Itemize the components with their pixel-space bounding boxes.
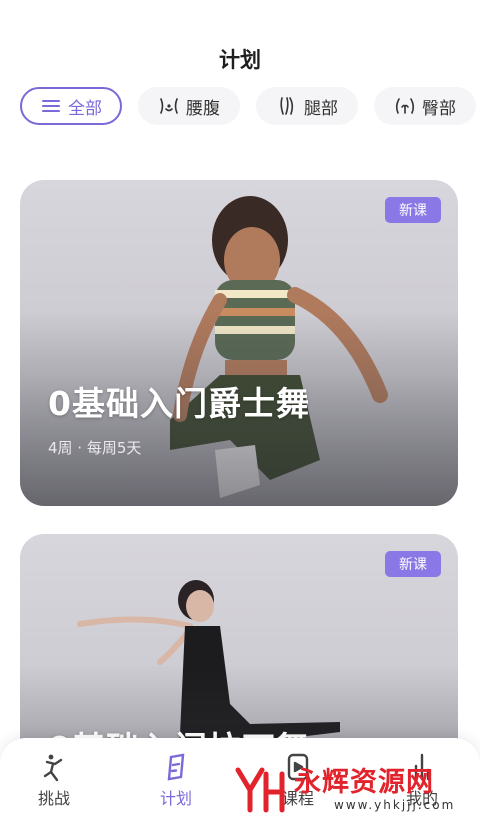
filter-chip-legs[interactable]: 腿部 [256, 87, 358, 125]
filter-chip-waist[interactable]: 腰腹 [138, 87, 240, 125]
filter-chip-label: 全部 [68, 98, 102, 119]
filter-chip-label: 腰腹 [186, 98, 220, 119]
filter-chip-all[interactable]: 全部 [20, 87, 122, 125]
tab-plan[interactable]: 计划 [136, 752, 216, 812]
header: 计划 [0, 0, 480, 80]
tab-challenge[interactable]: 挑战 [14, 752, 94, 812]
plan-title: 0基础入门爵士舞 [48, 384, 310, 423]
legs-icon [276, 97, 298, 115]
new-course-badge: 新课 [385, 197, 441, 223]
tab-label: 计划 [159, 789, 192, 808]
dancer-icon [39, 752, 69, 782]
plan-meta: 4周 · 每周5天 [48, 439, 142, 457]
waist-icon [158, 97, 180, 115]
new-course-badge: 新课 [385, 551, 441, 577]
filter-chip-label: 臀部 [422, 98, 456, 119]
plan-icon [161, 752, 191, 782]
filter-chip-hips[interactable]: 臀部 [374, 87, 476, 125]
hips-icon [394, 97, 416, 115]
page-title: 计划 [219, 48, 261, 72]
watermark: 永辉资源网 www.yhkjjj.com [232, 762, 455, 818]
filter-chip-label: 腿部 [304, 98, 338, 119]
filter-bar: 全部 腰腹 腿部 臀部 [20, 87, 476, 125]
plan-card[interactable]: 新课 0基础入门爵士舞 4周 · 每周5天 [20, 180, 458, 506]
watermark-url: www.yhkjjj.com [334, 798, 456, 812]
watermark-text: 永辉资源网 [294, 767, 434, 798]
tab-label: 挑战 [37, 789, 70, 808]
watermark-logo-icon [232, 764, 288, 816]
menu-icon [40, 97, 62, 115]
